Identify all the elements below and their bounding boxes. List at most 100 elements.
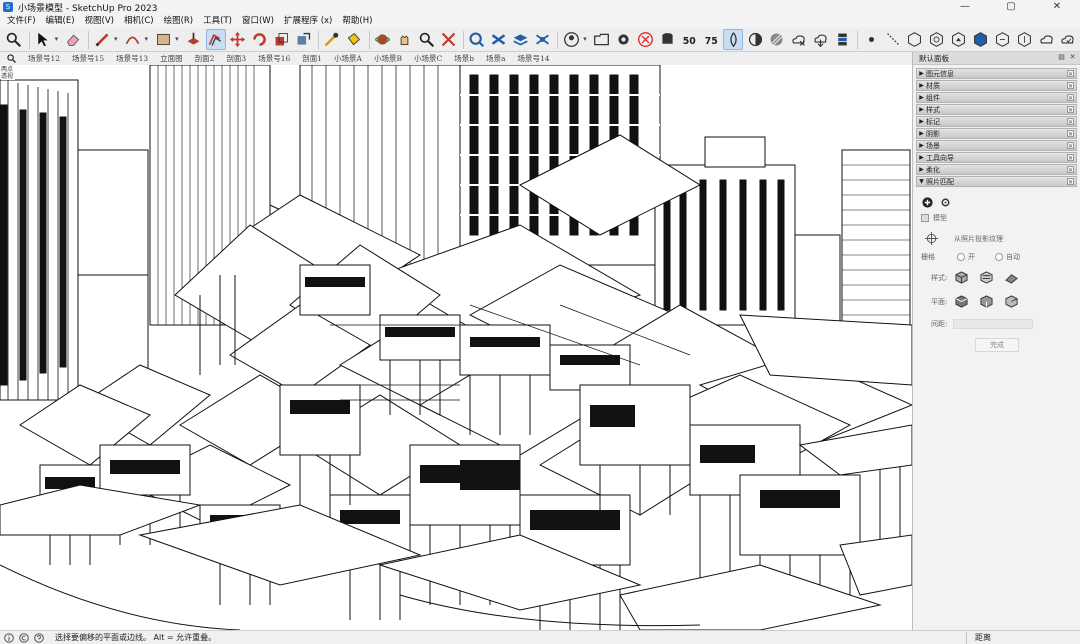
chevron-down-icon[interactable]: ▾ (175, 29, 181, 50)
eraser-icon[interactable] (63, 29, 83, 50)
scene-tab[interactable]: 场景号16 (252, 52, 296, 65)
offset-icon[interactable] (205, 29, 226, 50)
model-checkbox[interactable] (921, 214, 929, 222)
close-icon[interactable]: ✕ (1067, 154, 1074, 162)
zoom-icon[interactable] (4, 29, 24, 50)
scene-tab[interactable]: 场景号12 (22, 52, 66, 65)
menu-file[interactable]: 文件(F) (2, 14, 41, 28)
75-icon[interactable]: 75 (701, 29, 721, 50)
scene-tab[interactable]: 小场景A (328, 52, 368, 65)
tray-panel-scenes[interactable]: ▶ 场景 ✕ (916, 140, 1077, 151)
menu-view[interactable]: 视图(V) (80, 14, 119, 28)
tray-panel-shadows[interactable]: ▶ 阴影 ✕ (916, 128, 1077, 139)
scene-tab[interactable]: 场景号14 (512, 52, 556, 65)
layer-icon[interactable] (511, 29, 531, 50)
close-icon[interactable]: ✕ (1067, 94, 1074, 102)
menu-extensions[interactable]: 扩展程序 (x) (279, 14, 337, 28)
info-icon[interactable] (3, 632, 15, 644)
orbit-icon[interactable] (373, 29, 393, 50)
arc-icon[interactable] (123, 29, 143, 50)
cloud-down-icon[interactable] (811, 29, 831, 50)
close-icon[interactable]: ✕ (1067, 178, 1074, 186)
close-icon[interactable]: ✕ (1067, 82, 1074, 90)
hex-3-icon[interactable] (949, 29, 969, 50)
pin-icon[interactable]: ▤ (1057, 53, 1066, 62)
grid-style-below-icon[interactable] (1005, 271, 1019, 284)
menu-window[interactable]: 窗口(W) (237, 14, 279, 28)
add-photo-icon[interactable] (921, 196, 934, 209)
hex-2-icon[interactable] (927, 29, 947, 50)
close-icon[interactable]: ✕ (1067, 70, 1074, 78)
section-icon[interactable] (533, 29, 553, 50)
contrast-icon[interactable] (745, 29, 765, 50)
close-icon[interactable]: ✕ (1067, 106, 1074, 114)
paint-bucket-icon[interactable] (344, 29, 364, 50)
user-icon[interactable] (561, 29, 581, 50)
hex-6-icon[interactable] (1014, 29, 1034, 50)
menu-edit[interactable]: 编辑(E) (41, 14, 80, 28)
maximize-button[interactable]: ▢ (988, 0, 1034, 14)
pencil-icon[interactable] (92, 29, 112, 50)
spacing-input[interactable] (953, 319, 1034, 329)
zoom-extents-icon[interactable] (438, 29, 458, 50)
tray-panel-tags[interactable]: ▶ 标记 ✕ (916, 116, 1077, 127)
plane-red-green-icon[interactable] (955, 295, 968, 308)
scene-tab[interactable]: 剖面1 (296, 52, 328, 65)
hex-1-icon[interactable] (905, 29, 925, 50)
scene-tab[interactable]: 小场景C (408, 52, 448, 65)
rotate-icon[interactable] (249, 29, 269, 50)
tray-panel-instructor[interactable]: ▶ 工具向导 ✕ (916, 152, 1077, 163)
menu-help[interactable]: 帮助(H) (337, 14, 377, 28)
scene-tab[interactable]: 小场景B (368, 52, 408, 65)
menu-tools[interactable]: 工具(T) (198, 14, 237, 28)
scale-icon[interactable] (271, 29, 291, 50)
stack-icon[interactable] (833, 29, 853, 50)
minimize-button[interactable]: — (942, 0, 988, 14)
tray-panel-styles[interactable]: ▶ 样式 ✕ (916, 104, 1077, 115)
pan-icon[interactable] (395, 29, 415, 50)
tray-panel-components[interactable]: ▶ 组件 ✕ (916, 92, 1077, 103)
tape-measure-icon[interactable] (322, 29, 342, 50)
grid-on-radio[interactable] (957, 253, 965, 261)
close-icon[interactable]: ✕ (1068, 53, 1077, 62)
extension-icon[interactable] (489, 29, 509, 50)
tray-panel-soften[interactable]: ▶ 柔化 ✕ (916, 164, 1077, 175)
hex-5-icon[interactable] (992, 29, 1012, 50)
close-icon[interactable]: ✕ (1067, 166, 1074, 174)
move-icon[interactable] (228, 29, 248, 50)
tray-panel-materials[interactable]: ▶ 材质 ✕ (916, 80, 1077, 91)
plane-green-blue-icon[interactable] (1005, 295, 1018, 308)
close-icon[interactable]: ✕ (1067, 118, 1074, 126)
push-pull-icon[interactable] (184, 29, 204, 50)
point-icon[interactable] (861, 29, 881, 50)
cancel-icon[interactable] (636, 29, 656, 50)
scene-tab[interactable]: 立面图 (154, 52, 189, 65)
help-icon[interactable] (33, 632, 45, 644)
chevron-down-icon[interactable]: ▾ (114, 29, 120, 50)
plane-red-blue-icon[interactable] (980, 295, 993, 308)
zoom-window-icon[interactable] (416, 29, 436, 50)
model-checkbox-row[interactable]: 模型 (921, 213, 947, 223)
project-texture-button[interactable]: 从照片投影纹理 (954, 234, 1003, 244)
scene-search-icon[interactable] (0, 52, 22, 65)
menu-draw[interactable]: 绘图(R) (159, 14, 199, 28)
settings-icon[interactable] (939, 196, 952, 209)
50-icon[interactable]: 50 (679, 29, 699, 50)
drop-icon[interactable] (723, 29, 744, 50)
cloud-2-icon[interactable] (1058, 29, 1078, 50)
cloud-1-icon[interactable] (1036, 29, 1056, 50)
chevron-down-icon[interactable]: ▾ (583, 29, 589, 50)
dashed-line-icon[interactable] (883, 29, 903, 50)
scene-tab[interactable]: 场景a (480, 52, 511, 65)
close-icon[interactable]: ✕ (1067, 142, 1074, 150)
follow-me-icon[interactable] (293, 29, 313, 50)
menu-camera[interactable]: 相机(C) (119, 14, 159, 28)
hex-4-icon[interactable] (971, 29, 991, 50)
scene-tab[interactable]: 场景b (448, 52, 480, 65)
cloud-x-icon[interactable] (789, 29, 809, 50)
chevron-down-icon[interactable]: ▾ (55, 29, 61, 50)
grid-style-above-icon[interactable] (980, 271, 993, 284)
tray-panel-entity-info[interactable]: ▶ 图元信息 ✕ (916, 68, 1077, 79)
close-icon[interactable]: ✕ (1067, 130, 1074, 138)
done-button[interactable]: 完成 (975, 338, 1019, 352)
